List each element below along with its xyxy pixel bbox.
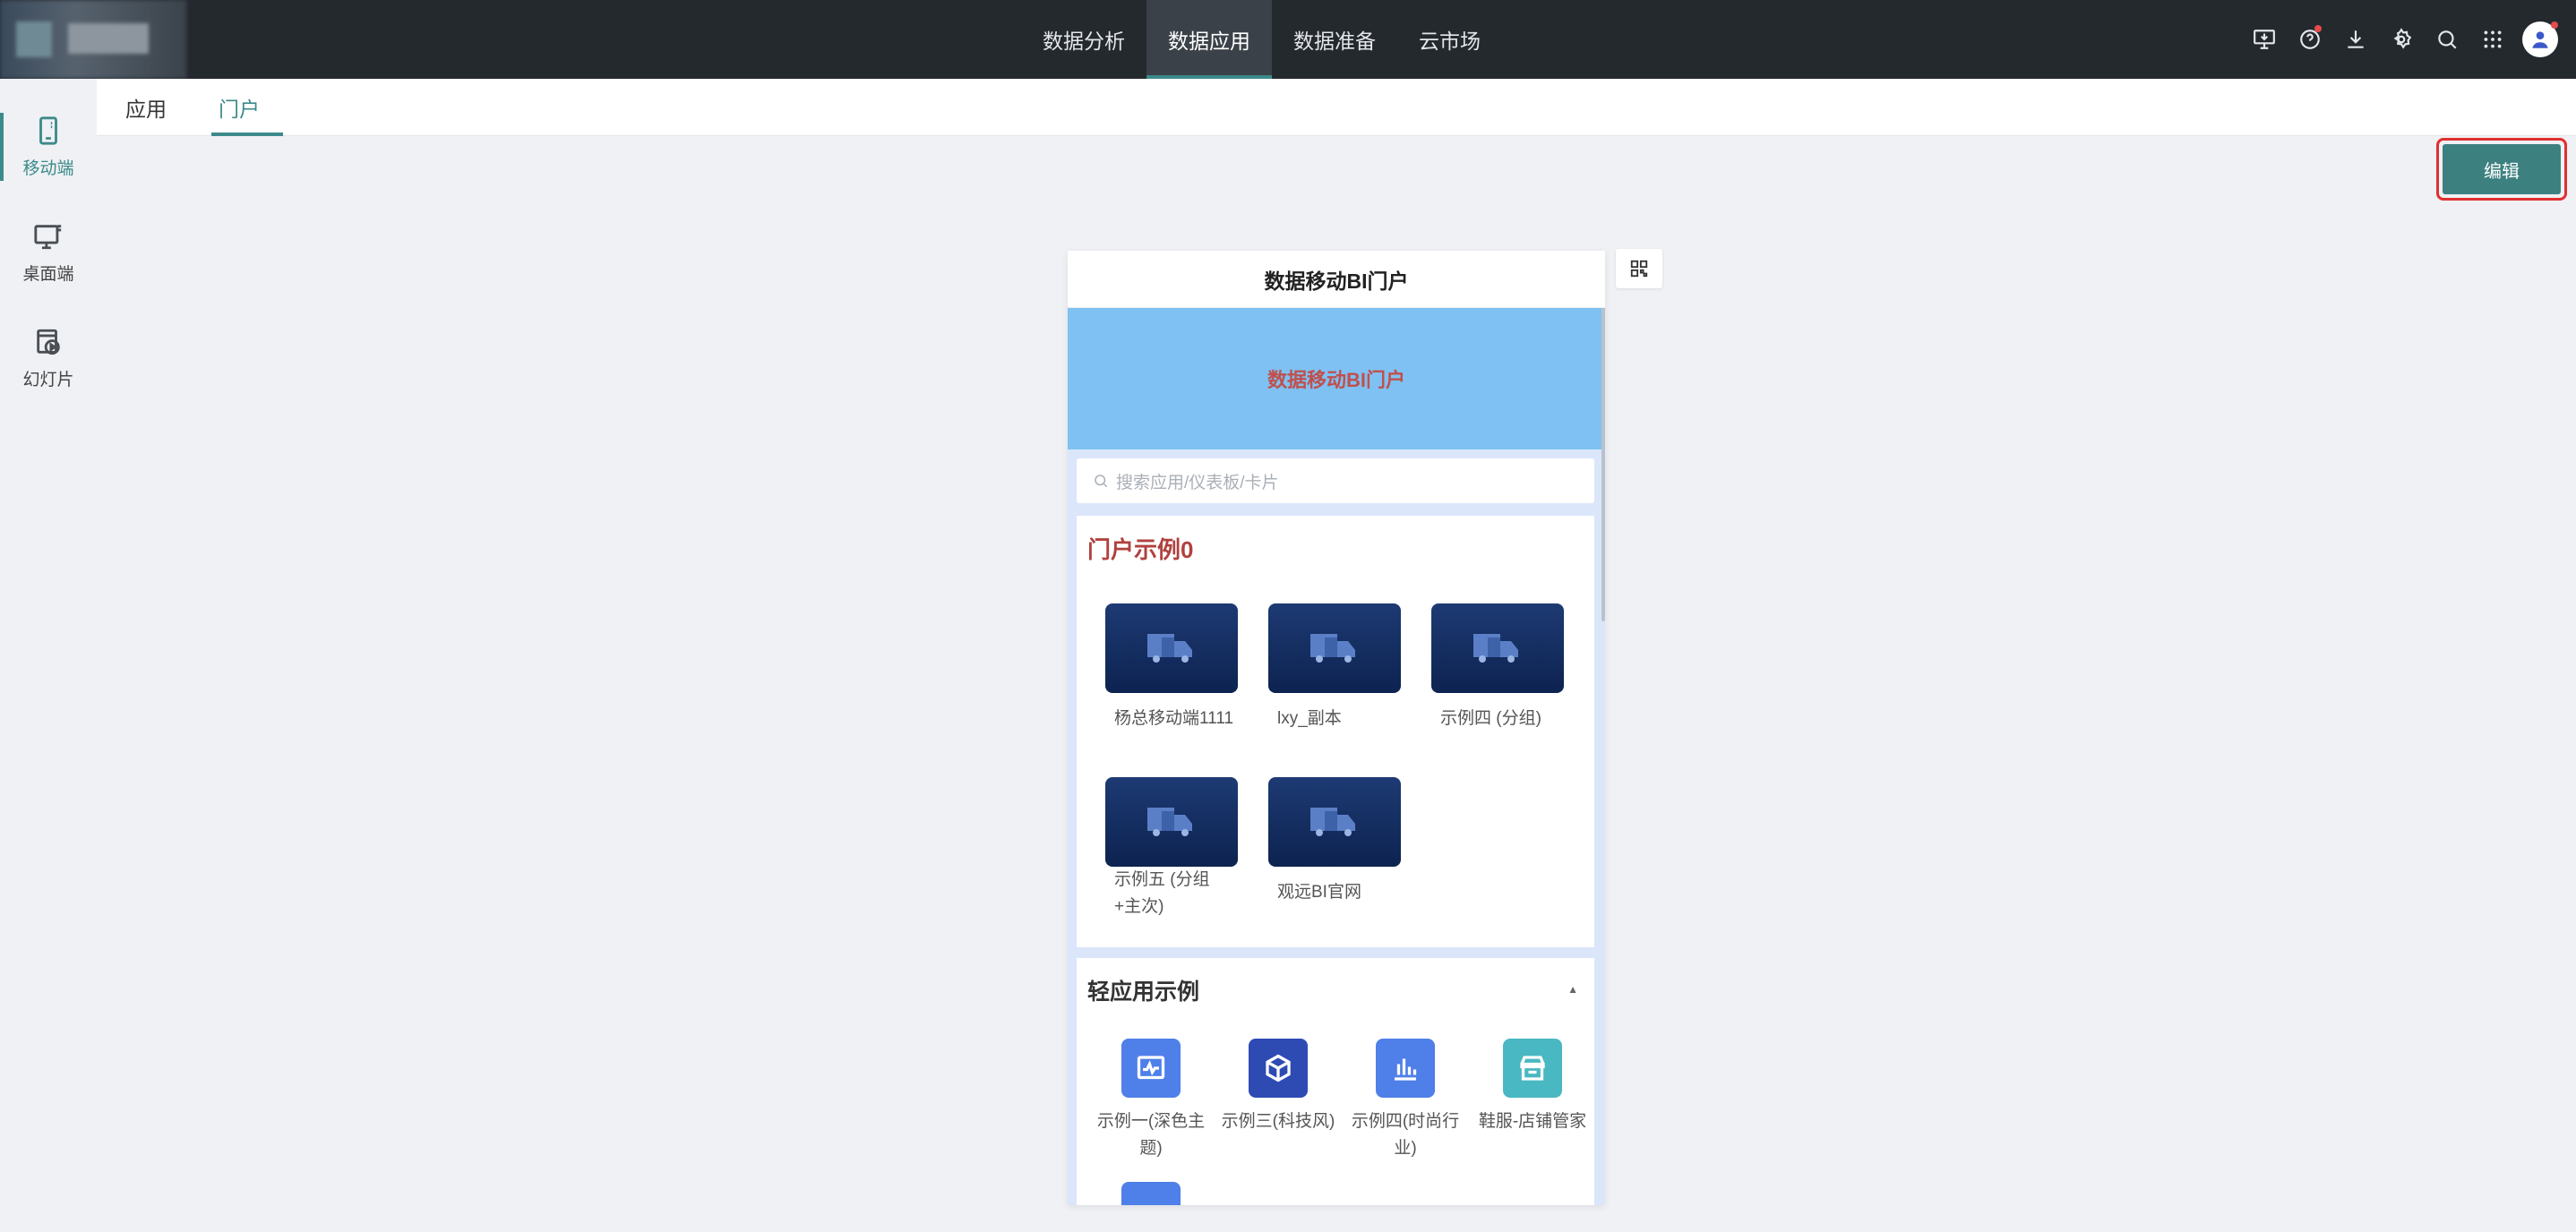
portal-section-apps: 门户示例0 杨总移动端1111 lxy_副本 示例四 (分组) 示例五 (分组+… [1077, 516, 1594, 947]
sidebar-item-label: 桌面端 [22, 264, 74, 284]
mobile-icon [39, 116, 57, 145]
truck-icon [1473, 634, 1518, 663]
light-app-label: 示例一(深色主题) [1096, 1112, 1206, 1159]
section-title: 轻应用示例 [1087, 980, 1200, 1005]
edit-button[interactable]: 编辑 [2443, 144, 2561, 194]
light-app-item[interactable]: 示例一(深色主题) [1087, 1039, 1215, 1163]
topnav-data-application[interactable]: 数据应用 [1146, 0, 1272, 79]
topnav-data-preparation[interactable]: 数据准备 [1272, 0, 1397, 79]
scrollbar[interactable] [1601, 308, 1605, 621]
sidebar-item-label: 移动端 [22, 158, 74, 178]
help-icon[interactable] [2287, 0, 2332, 79]
section-title: 门户示例0 [1087, 536, 1194, 563]
app-label: lxy_副本 [1277, 709, 1342, 728]
top-nav: 数据分析 数据应用 数据准备 云市场 [1021, 0, 1502, 79]
sub-tabs: 应用 门户 [97, 79, 2576, 136]
app-card[interactable]: lxy_副本 [1261, 603, 1404, 732]
app-card[interactable]: 示例四 (分组) [1424, 603, 1567, 732]
mobile-portal-preview: 数据移动BI门户 数据移动BI门户 搜索应用/仪表板/卡片 门户示例0 杨总移动… [1068, 251, 1605, 1205]
topnav-data-analysis[interactable]: 数据分析 [1021, 0, 1146, 79]
truck-icon [1310, 808, 1355, 836]
portal-section-light-apps: 轻应用示例 ▲ 示例一(深色主题) 示例三(科技风) 示例四(时尚行业) 鞋服-… [1077, 958, 1594, 1205]
truck-icon [1147, 634, 1192, 663]
portal-search-input[interactable]: 搜索应用/仪表板/卡片 [1077, 458, 1594, 503]
slideshow-icon [37, 329, 60, 355]
search-icon[interactable] [2424, 0, 2469, 79]
app-label: 示例四 (分组) [1440, 709, 1541, 728]
light-app-item[interactable]: 示例三(科技风) [1215, 1039, 1342, 1135]
app-thumbnail[interactable] [1268, 603, 1401, 693]
app-label: 观远BI官网 [1277, 883, 1361, 902]
app-thumbnail[interactable] [1431, 603, 1564, 693]
avatar[interactable] [2522, 21, 2558, 57]
avatar-notification-dot [2551, 21, 2558, 29]
search-icon [1095, 475, 1108, 488]
monitor-download-icon[interactable] [2241, 0, 2287, 79]
bar-chart-icon[interactable] [1376, 1039, 1435, 1098]
light-app-item[interactable] [1087, 1182, 1215, 1205]
tab-apps[interactable]: 应用 [102, 79, 190, 136]
app-label: 示例五 (分组+主次) [1114, 870, 1210, 917]
notification-dot [2314, 25, 2322, 32]
store-icon[interactable] [1503, 1039, 1562, 1098]
user-avatar-icon [2532, 31, 2548, 48]
portal-body: 数据移动BI门户 搜索应用/仪表板/卡片 门户示例0 杨总移动端1111 lxy… [1068, 308, 1605, 1205]
truck-icon [1310, 634, 1355, 663]
chart-window-icon[interactable] [1121, 1039, 1181, 1098]
top-bar: 数据分析 数据应用 数据准备 云市场 [0, 0, 2576, 79]
sidebar-item-mobile[interactable]: 移动端 [0, 100, 97, 193]
settings-icon[interactable] [2378, 0, 2424, 79]
desktop-icon [34, 224, 62, 249]
search-placeholder: 搜索应用/仪表板/卡片 [1116, 473, 1279, 492]
cube-icon[interactable] [1249, 1039, 1308, 1098]
download-icon[interactable] [2332, 0, 2378, 79]
light-app-label: 示例三(科技风) [1221, 1112, 1335, 1131]
collapse-caret-icon[interactable]: ▲ [1567, 983, 1578, 996]
portal-title: 数据移动BI门户 [1068, 251, 1605, 308]
light-app-item[interactable]: 示例四(时尚行业) [1342, 1039, 1469, 1163]
light-app-label: 鞋服-店铺管家 [1478, 1112, 1587, 1131]
sidebar-item-slideshow[interactable]: 幻灯片 [0, 312, 97, 405]
sidebar-item-label: 幻灯片 [22, 370, 74, 389]
banner-text: 数据移动BI门户 [1267, 369, 1405, 391]
app-thumbnail[interactable] [1105, 777, 1238, 867]
topnav-cloud-market[interactable]: 云市场 [1397, 0, 1502, 79]
tab-portal[interactable]: 门户 [195, 79, 283, 136]
light-app-label: 示例四(时尚行业) [1351, 1112, 1460, 1159]
sidebar-item-desktop[interactable]: 桌面端 [0, 206, 97, 299]
app-card[interactable]: 杨总移动端1111 [1098, 603, 1241, 732]
app-icon[interactable] [1121, 1182, 1181, 1205]
edit-button-highlight: 编辑 [2436, 138, 2567, 201]
app-card[interactable]: 示例五 (分组+主次) [1098, 777, 1241, 921]
app-thumbnail[interactable] [1105, 603, 1238, 693]
light-app-item[interactable]: 鞋服-店铺管家 [1469, 1039, 1596, 1135]
portal-banner: 数据移动BI门户 [1068, 308, 1605, 449]
top-icon-bar [2241, 0, 2558, 79]
app-label: 杨总移动端1111 [1114, 709, 1234, 728]
apps-grid-icon[interactable] [2469, 0, 2515, 79]
qr-code-button[interactable] [1616, 249, 1662, 288]
logo[interactable] [0, 0, 186, 79]
qr-code-icon [1630, 260, 1648, 278]
truck-icon [1147, 808, 1192, 836]
left-sidebar: 移动端 桌面端 幻灯片 [0, 79, 97, 1232]
app-card[interactable]: 观远BI官网 [1261, 777, 1404, 906]
app-thumbnail[interactable] [1268, 777, 1401, 867]
